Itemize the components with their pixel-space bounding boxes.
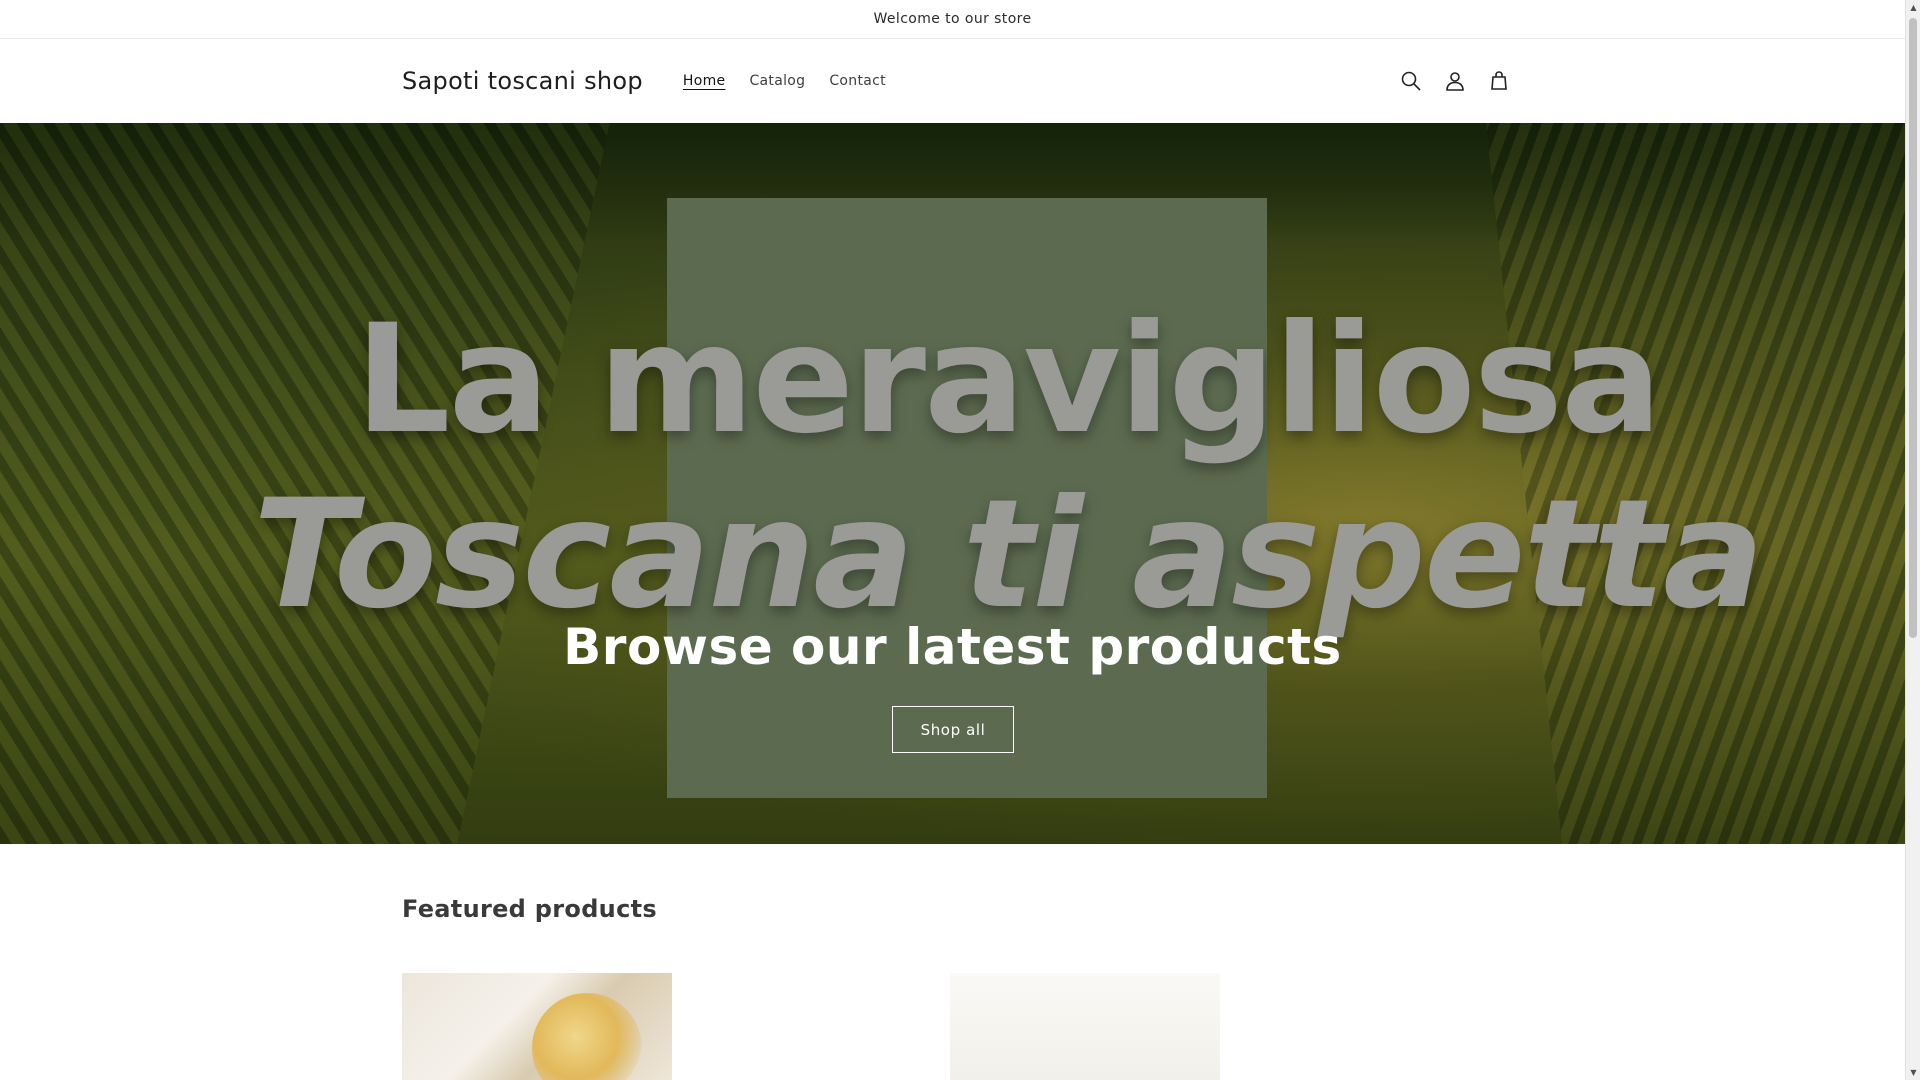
hero-heading: Browse our latest products	[563, 618, 1342, 676]
hero-image-text-line1: La meravigliosa	[355, 293, 1662, 467]
product-card[interactable]	[402, 973, 672, 1080]
scroll-thumb[interactable]	[1909, 18, 1917, 638]
scroll-down-arrow[interactable]: ▼	[1906, 1065, 1920, 1080]
page: Welcome to our store Sapoti toscani shop…	[0, 0, 1905, 1080]
page-scrollbar[interactable]: ▲ ▼	[1905, 0, 1920, 1080]
shop-all-button[interactable]: Shop all	[892, 706, 1014, 753]
hero-image-text-line2: Toscana ti aspetta	[253, 468, 1764, 642]
scroll-up-arrow[interactable]: ▲	[1906, 0, 1920, 15]
announcement-bar: Welcome to our store	[0, 0, 1905, 39]
nav-link-catalog[interactable]: Catalog	[749, 73, 805, 89]
main-nav: Home Catalog Contact	[671, 73, 898, 89]
account-icon	[1446, 72, 1464, 91]
account-button[interactable]	[1440, 66, 1470, 96]
cart-icon	[1491, 71, 1507, 90]
cart-button[interactable]	[1484, 66, 1514, 96]
featured-products-title: Featured products	[402, 895, 657, 923]
search-icon	[1401, 71, 1421, 91]
header-icons	[1396, 39, 1514, 123]
store-logo[interactable]: Sapoti toscani shop	[402, 67, 643, 95]
nav-link-contact[interactable]: Contact	[829, 73, 886, 89]
product-image-honey-jar	[532, 993, 642, 1080]
site-header: Sapoti toscani shop Home Catalog Contact	[0, 39, 1905, 123]
search-button[interactable]	[1396, 66, 1426, 96]
announcement-text: Welcome to our store	[873, 11, 1032, 27]
product-card[interactable]	[950, 973, 1220, 1080]
product-card[interactable]	[676, 973, 946, 1080]
product-card[interactable]	[1224, 973, 1494, 1080]
nav-link-home[interactable]: Home	[683, 73, 726, 89]
hero-banner: La meravigliosa Toscana ti aspetta Brows…	[0, 123, 1905, 844]
